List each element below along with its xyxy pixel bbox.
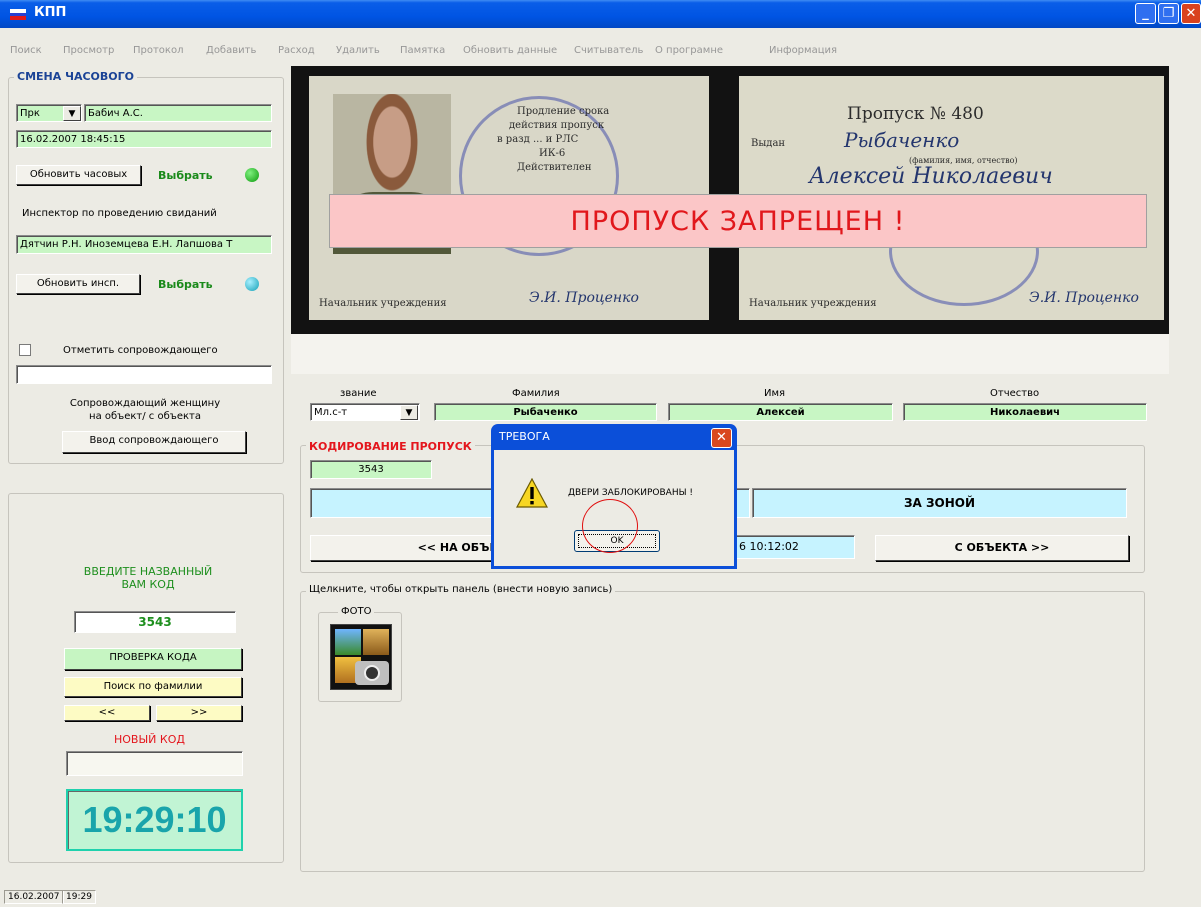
person-rank-dropdown-icon[interactable]: ▼	[400, 405, 418, 420]
issued-label: Выдан	[751, 138, 786, 149]
right-footer-text: Начальник учреждения	[749, 298, 877, 309]
dialog-close-button[interactable]: ✕	[711, 428, 732, 448]
window-title: КПП	[34, 5, 67, 20]
zone-status-right: ЗА ЗОНОЙ	[752, 488, 1127, 518]
photo-camera-icon[interactable]	[330, 624, 392, 690]
handwritten-surname: Рыбаченко	[844, 128, 960, 152]
code-input[interactable]: 3543	[74, 611, 236, 633]
alarm-dialog-title: ТРЕВОГА	[499, 430, 550, 443]
records-legend[interactable]: Щелкните, чтобы открыть панель (внести н…	[306, 584, 616, 595]
person-surname-field[interactable]: Рыбаченко	[434, 403, 657, 421]
left-signature: Э.И. Проценко	[529, 290, 639, 306]
to-object-button[interactable]: << НА ОБЪЕ	[310, 535, 500, 561]
surname-column-label: Фамилия	[512, 388, 560, 399]
rank-column-label: звание	[340, 388, 377, 399]
photo-caption-field	[291, 334, 1169, 374]
pass-extension-text-2: действия пропуск	[509, 120, 605, 131]
next-record-button[interactable]: >>	[156, 705, 242, 721]
status-bar: 16.02.2007 19:29	[0, 888, 1201, 907]
pass-extension-text-3: в разд ... и РЛС	[497, 134, 579, 145]
right-signature: Э.И. Проценко	[1029, 290, 1139, 306]
minimize-button[interactable]: _	[1135, 3, 1156, 24]
left-footer-text: Начальник учреждения	[319, 298, 447, 309]
shift-datetime-field[interactable]: 16.02.2007 18:45:15	[16, 130, 272, 148]
escort-description: Сопровождающий женщину на объект/ с объе…	[69, 398, 221, 422]
menu-reader[interactable]: Считыватель	[574, 45, 643, 56]
guard-name-field[interactable]: Бабич А.С.	[84, 104, 272, 122]
menu-memo[interactable]: Памятка	[400, 45, 445, 56]
menu-add[interactable]: Добавить	[206, 45, 256, 56]
patronymic-column-label: Отчество	[990, 388, 1040, 399]
search-by-surname-button[interactable]: Поиск по фамилии	[64, 677, 242, 697]
refresh-guards-button[interactable]: Обновить часовых	[16, 165, 141, 185]
pass-extension-text-1: Продление срока	[517, 106, 610, 117]
guard-status-led	[245, 168, 259, 182]
menu-about[interactable]: О програмне	[655, 45, 723, 56]
inspector-status-led	[245, 277, 259, 291]
warning-icon	[516, 478, 548, 508]
menu-info[interactable]: Информация	[769, 45, 837, 56]
escort-checkbox-label: Отметить сопровождающего	[63, 345, 218, 356]
menu-view[interactable]: Просмотр	[63, 45, 114, 56]
from-object-button[interactable]: С ОБЪЕКТА >>	[875, 535, 1129, 561]
window-titlebar: КПП _ ❐ ✕	[0, 0, 1201, 28]
digital-clock: 19:29:10	[66, 789, 243, 851]
menu-refresh-data[interactable]: Обновить данные	[463, 45, 557, 56]
restore-button[interactable]: ❐	[1158, 3, 1179, 24]
select-guard-label[interactable]: Выбрать	[158, 169, 213, 182]
highlight-circle	[582, 499, 638, 553]
menu-bar: Поиск Просмотр Протокол Добавить Расход …	[0, 40, 1201, 60]
menu-protocol[interactable]: Протокол	[133, 45, 183, 56]
person-name-field[interactable]: Алексей	[668, 403, 893, 421]
new-code-label: НОВЫЙ КОД	[114, 733, 185, 746]
escort-input-button[interactable]: Ввод сопровождающего	[62, 431, 246, 453]
alarm-message: ДВЕРИ ЗАБЛОКИРОВАНЫ !	[568, 488, 694, 498]
status-time: 19:29	[62, 890, 96, 904]
escort-checkbox[interactable]	[19, 344, 31, 356]
russian-flag-icon	[10, 9, 26, 21]
pass-extension-text-5: Действителен	[517, 162, 592, 173]
escort-field[interactable]	[16, 365, 272, 384]
menu-expense[interactable]: Расход	[278, 45, 315, 56]
name-column-label: Имя	[764, 388, 786, 399]
enter-code-prompt: ВВЕДИТЕ НАЗВАННЫЙ ВАМ КОД	[83, 565, 213, 591]
menu-delete[interactable]: Удалить	[336, 45, 380, 56]
prev-record-button[interactable]: <<	[64, 705, 150, 721]
status-date: 16.02.2007	[4, 890, 64, 904]
pass-code-field[interactable]: 3543	[310, 460, 432, 479]
guard-shift-legend: СМЕНА ЧАСОВОГО	[14, 70, 138, 83]
inspector-label: Инспектор по проведению свиданий	[22, 208, 217, 219]
records-group[interactable]	[300, 591, 1145, 872]
guard-rank-dropdown-icon[interactable]: ▼	[63, 106, 81, 121]
inspectors-field[interactable]: Дятчин Р.Н. Иноземцева Е.Н. Лапшова Т	[16, 235, 272, 254]
check-code-button[interactable]: ПРОВЕРКА КОДА	[64, 648, 242, 670]
new-code-field[interactable]	[66, 751, 243, 776]
photo-subgroup-legend: ФОТО	[338, 606, 375, 617]
pass-extension-text-4: ИК-6	[539, 148, 566, 159]
menu-search[interactable]: Поиск	[10, 45, 42, 56]
select-inspector-label[interactable]: Выбрать	[158, 278, 213, 291]
refresh-inspectors-button[interactable]: Обновить инсп.	[16, 274, 140, 294]
person-patronymic-field[interactable]: Николаевич	[903, 403, 1147, 421]
pass-coding-legend: КОДИРОВАНИЕ ПРОПУСК	[306, 440, 475, 453]
pass-denied-banner: ПРОПУСК ЗАПРЕЩЕН !	[329, 194, 1147, 248]
handwritten-given-names: Алексей Николаевич	[809, 164, 1053, 189]
close-window-button[interactable]: ✕	[1181, 3, 1201, 24]
entry-time-field: 6 10:12:02	[735, 535, 855, 559]
pass-number: Пропуск № 480	[847, 104, 984, 124]
